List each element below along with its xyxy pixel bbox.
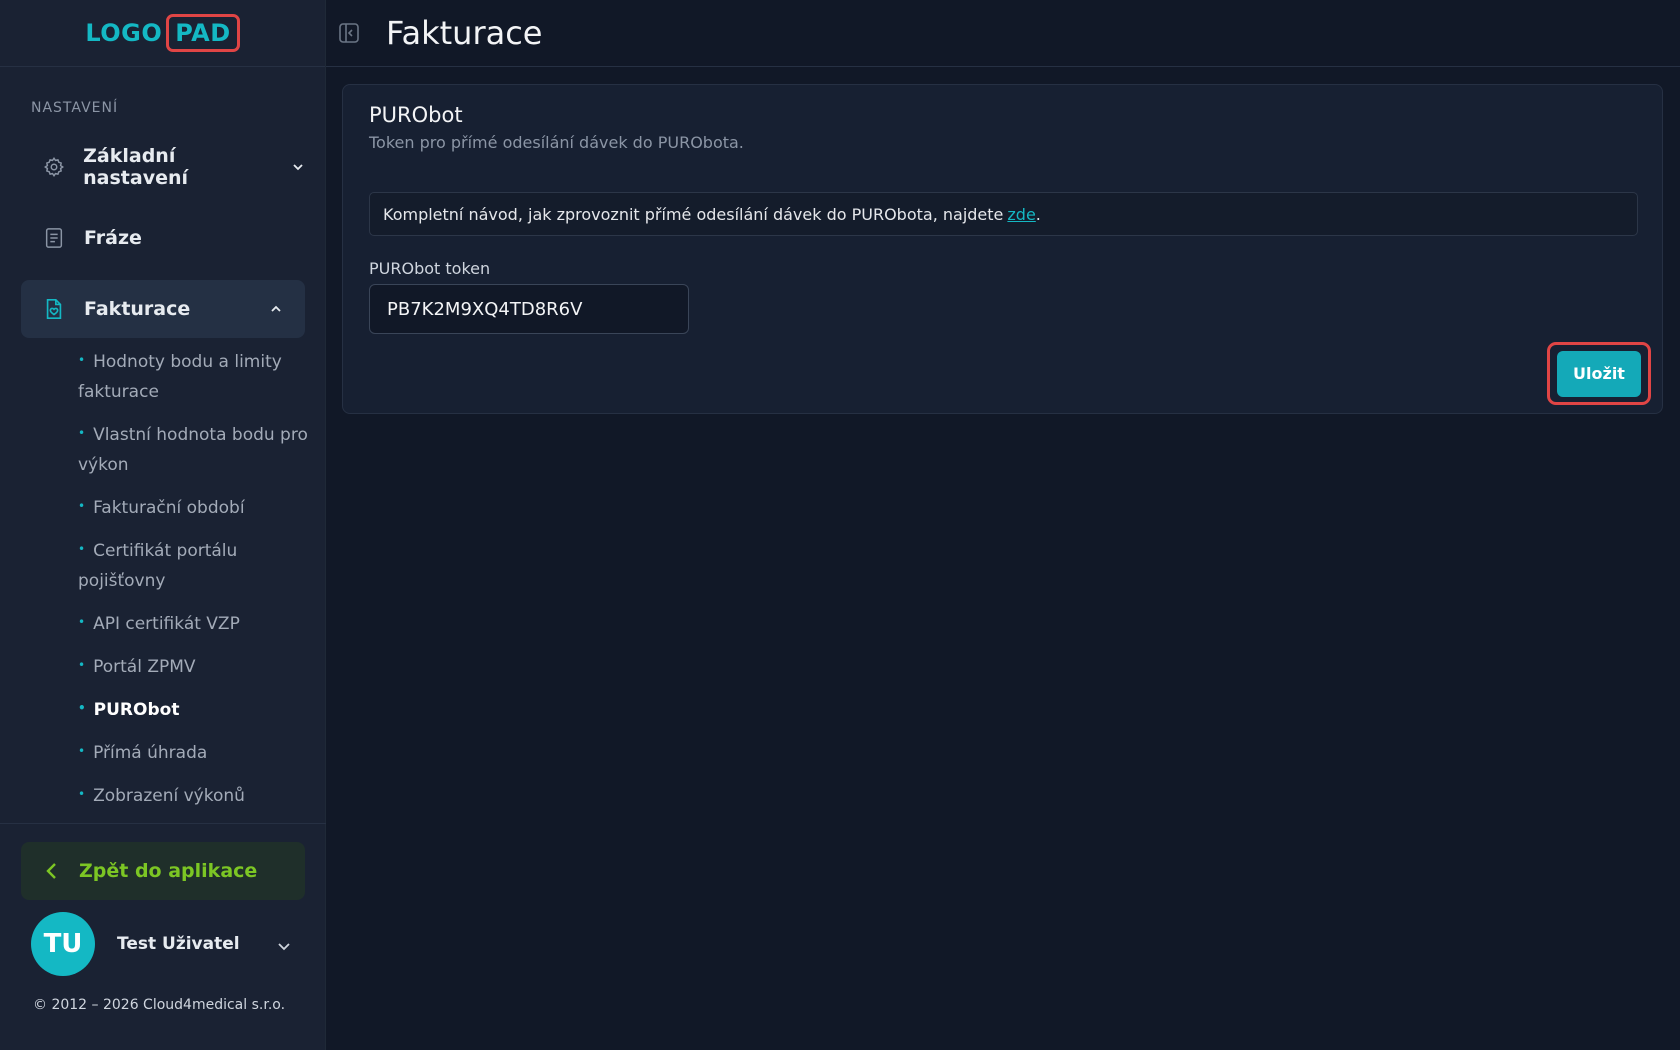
sidebar-item-billing[interactable]: Fakturace — [21, 280, 305, 338]
chevron-up-icon — [269, 302, 283, 316]
bullet-icon: • — [78, 701, 86, 715]
logo-bar: LOGO PAD — [0, 0, 325, 67]
sub-item-api-cert-vzp[interactable]: • API certifikát VZP — [78, 607, 308, 639]
bullet-icon: • — [78, 426, 86, 440]
logo-text-pad: PAD — [166, 14, 240, 52]
header: Fakturace — [326, 0, 1680, 67]
sub-item-insurance-portal-cert[interactable]: • Certifikát portálu pojišťovny — [78, 534, 308, 596]
info-text: Kompletní návod, jak zprovoznit přímé od… — [383, 204, 1004, 224]
divider — [0, 823, 326, 824]
sidebar-item-basic-settings[interactable]: Základní nastavení — [21, 138, 305, 196]
chevron-left-icon — [45, 862, 59, 880]
bullet-icon: • — [78, 499, 86, 513]
bullet-icon: • — [78, 542, 86, 556]
back-button-label: Zpět do aplikace — [79, 860, 258, 882]
avatar: TU — [31, 912, 95, 976]
billing-sub-menu: • Hodnoty bodu a limity fakturace • Vlastn… — [78, 345, 308, 822]
invoice-icon — [42, 297, 66, 321]
sidebar-item-label: Základní nastavení — [83, 145, 189, 189]
chevron-down-icon — [277, 938, 291, 957]
document-icon — [42, 226, 66, 250]
sidebar-item-phrases[interactable]: Fráze — [21, 209, 305, 267]
copyright: © 2012 – 2026 Cloud4medical s.r.o. — [33, 997, 286, 1013]
bullet-icon: • — [78, 615, 86, 629]
card-description: Token pro přímé odesílání dávek do PUROb… — [369, 133, 744, 152]
bullet-icon: • — [78, 353, 86, 367]
guide-link[interactable]: zde — [1007, 205, 1035, 224]
section-title: NASTAVENÍ — [31, 100, 119, 116]
info-suffix: . — [1035, 204, 1041, 224]
collapse-sidebar-icon[interactable] — [336, 20, 362, 46]
sub-item-purobot[interactable]: • PURObot — [78, 693, 308, 725]
back-to-app-button[interactable]: Zpět do aplikace — [21, 842, 305, 900]
sub-item-procedure-display[interactable]: • Zobrazení výkonů — [78, 779, 308, 811]
user-menu[interactable]: TU Test Uživatel — [31, 912, 301, 976]
sidebar-item-label: Fráze — [84, 227, 142, 249]
sub-item-billing-period[interactable]: • Fakturační období — [78, 491, 308, 523]
token-label: PURObot token — [369, 259, 491, 278]
info-box: Kompletní návod, jak zprovoznit přímé od… — [369, 192, 1638, 236]
sub-item-portal-zpmv[interactable]: • Portál ZPMV — [78, 650, 308, 682]
sidebar-item-label: Fakturace — [84, 298, 191, 320]
gear-icon — [42, 155, 65, 179]
logo-text-logo: LOGO — [85, 19, 163, 47]
save-button-highlight: Uložit — [1547, 342, 1651, 405]
bullet-icon: • — [78, 658, 86, 672]
chevron-down-icon — [292, 160, 306, 174]
token-input[interactable] — [369, 284, 689, 334]
page-title: Fakturace — [386, 14, 543, 52]
purobot-card: PURObot Token pro přímé odesílání dávek … — [342, 84, 1663, 414]
sub-item-custom-point-value[interactable]: • Vlastní hodnota bodu pro výkon — [78, 418, 308, 480]
save-button[interactable]: Uložit — [1557, 350, 1641, 397]
bullet-icon: • — [78, 744, 86, 758]
card-title: PURObot — [369, 103, 463, 127]
logo[interactable]: LOGO PAD — [85, 14, 240, 52]
bullet-icon: • — [78, 787, 86, 801]
sidebar: LOGO PAD NASTAVENÍ Základní nastavení Fr… — [0, 0, 326, 1050]
user-name: Test Uživatel — [117, 934, 240, 954]
sub-item-direct-payment[interactable]: • Přímá úhrada — [78, 736, 308, 768]
sub-item-point-values[interactable]: • Hodnoty bodu a limity fakturace — [78, 345, 308, 407]
